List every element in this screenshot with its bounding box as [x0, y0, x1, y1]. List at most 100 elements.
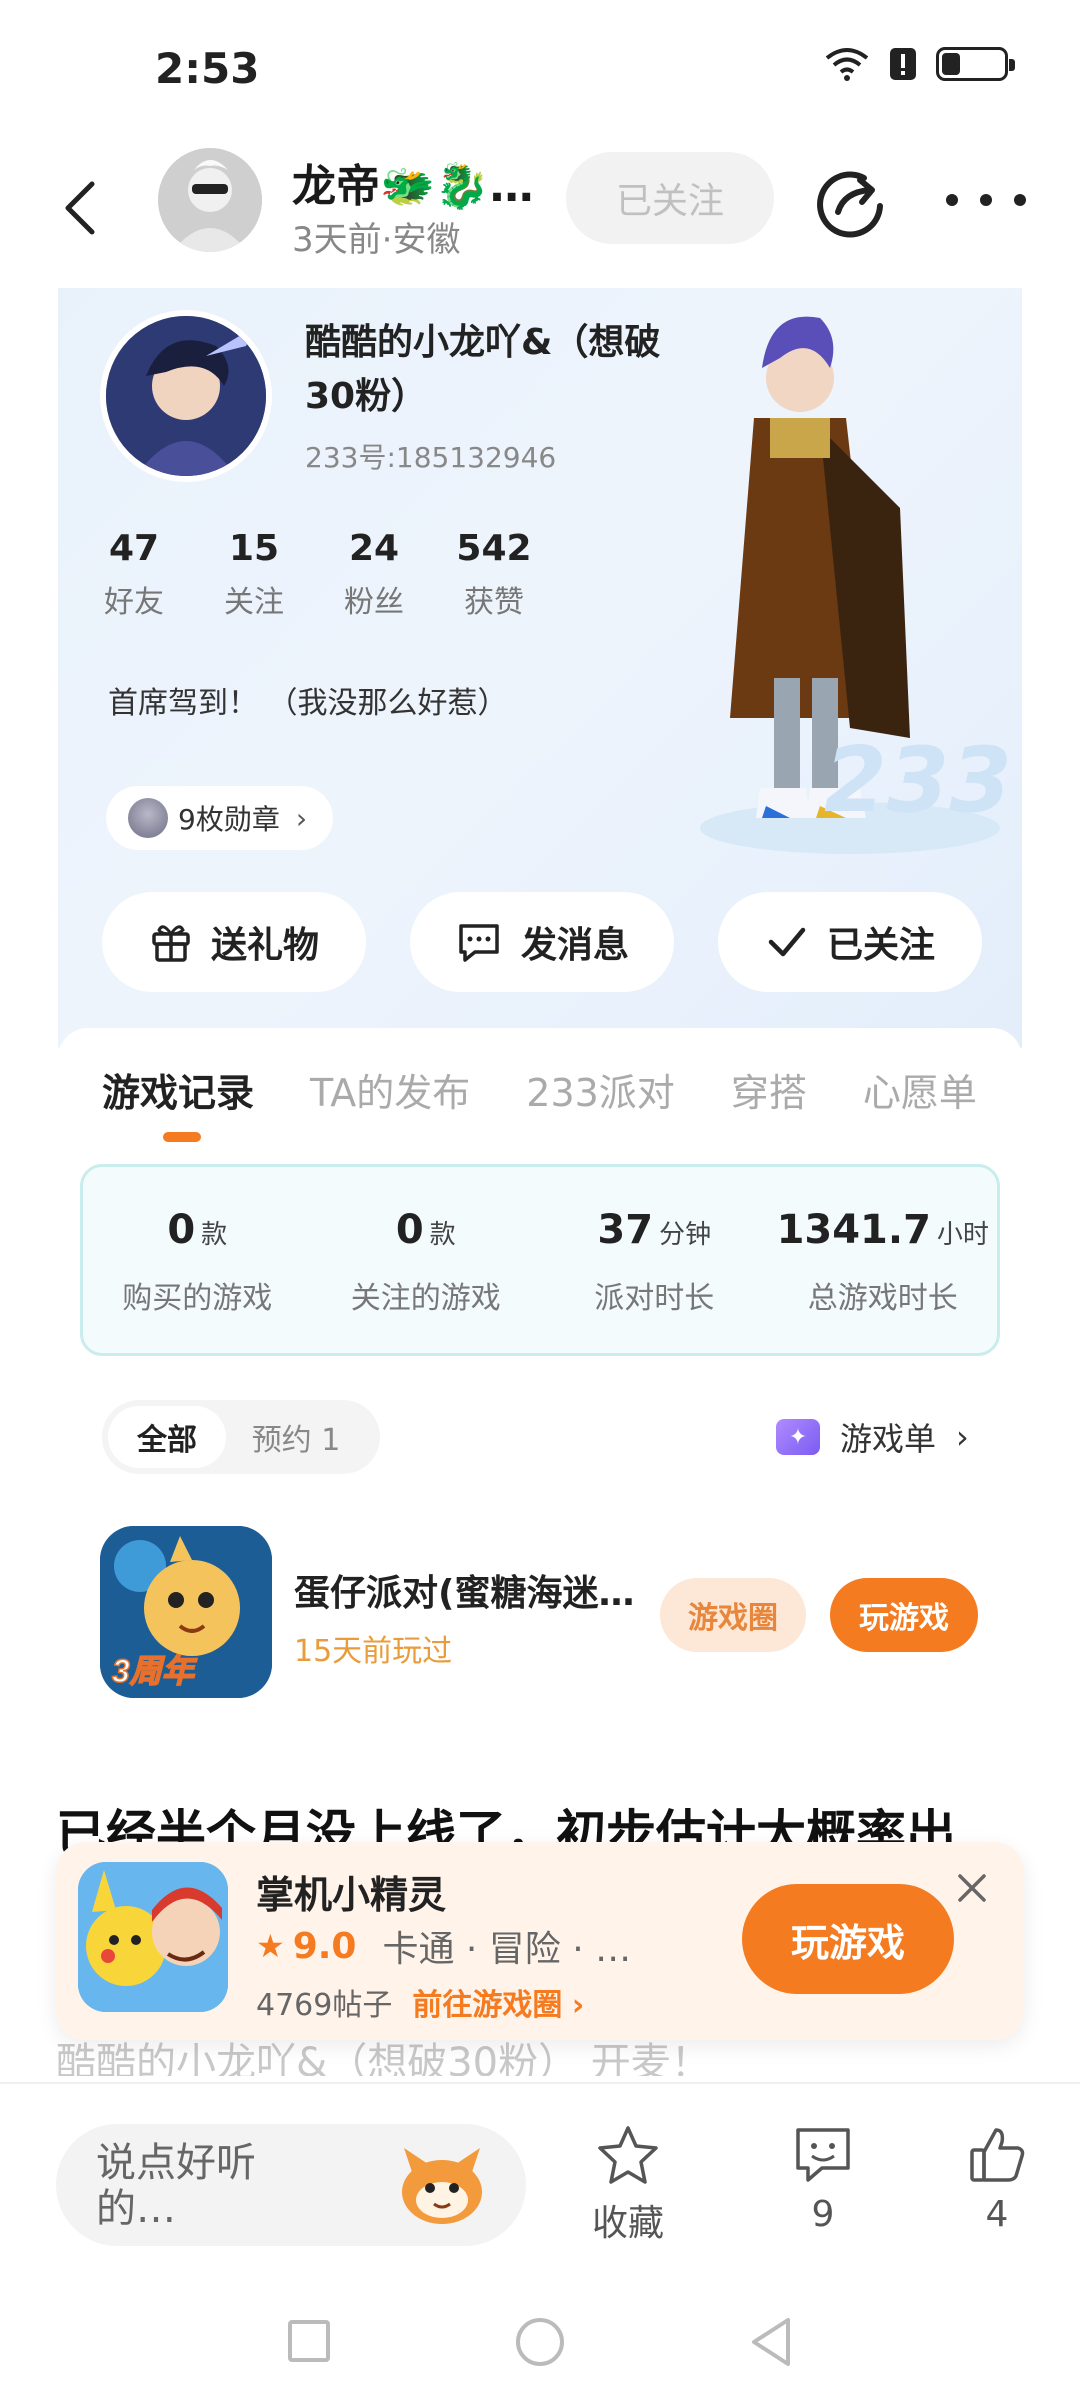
profile-stats: 47 好友 15 关注 24 粉丝 542 获赞: [58, 528, 554, 621]
stat-label: 关注的游戏: [350, 1281, 501, 1316]
back-arrow-icon: [65, 181, 95, 235]
star-icon: ★: [256, 1927, 285, 1965]
send-message-button[interactable]: 发消息: [410, 892, 674, 992]
chevron-right-icon: ›: [956, 1418, 969, 1456]
promo-game-icon: [78, 1862, 228, 2012]
game-title[interactable]: 蛋仔派对(蜜糖海迷…: [294, 1564, 654, 1616]
more-dot-icon: [1014, 194, 1026, 206]
stat-following[interactable]: 15 关注: [194, 528, 314, 621]
medals-label: 9枚勋章: [178, 803, 280, 836]
chevron-right-icon: ›: [571, 1988, 585, 2023]
thumbs-up-icon: [970, 2128, 1025, 2182]
status-bar: 2:53: [0, 0, 1080, 140]
tab-bar: 游戏记录 TA的发布 233派对 穿搭 心愿单: [102, 1062, 977, 1117]
stat-friends[interactable]: 47 好友: [74, 528, 194, 621]
promo-circle-link-label: 前往游戏圈: [412, 1988, 563, 2023]
send-gift-label: 送礼物: [210, 925, 319, 966]
back-button[interactable]: [50, 168, 110, 248]
header: 龙帝🐲🐉… 3天前·安徽 已关注: [0, 140, 1080, 280]
message-icon: [459, 924, 499, 962]
active-tab-indicator: [163, 1132, 201, 1142]
filter-all[interactable]: 全部: [108, 1406, 226, 1468]
game-list-link[interactable]: ✦ 游戏单 ›: [776, 1414, 969, 1460]
comment-icon: [796, 2128, 850, 2182]
profile-card: 酷酷的小龙吖&（想破30粉） 233号:185132946 47 好友 15 关…: [58, 288, 1022, 1048]
profile-id[interactable]: 233号:185132946: [305, 436, 556, 476]
system-nav-bar: [0, 2290, 1080, 2400]
filter-reserved[interactable]: 预约 1: [226, 1406, 366, 1468]
followed-button[interactable]: 已关注: [718, 892, 982, 992]
stage-badge: 233: [824, 728, 1012, 833]
comment-placeholder: 说点好听的…: [96, 2140, 256, 2232]
promo-meta: 4769帖子 前往游戏圈 ›: [256, 1980, 584, 2024]
home-button[interactable]: [516, 2318, 564, 2366]
game-circle-button[interactable]: 游戏圈: [660, 1578, 806, 1652]
stat-unit: 小时: [936, 1220, 989, 1250]
profile-actions: 送礼物 发消息 已关注: [102, 892, 982, 992]
comment-input[interactable]: 说点好听的…: [56, 2124, 526, 2246]
tab-posts[interactable]: TA的发布: [310, 1062, 470, 1117]
comments-count: 9: [811, 2194, 835, 2235]
status-icons: [824, 46, 1015, 82]
comments-button[interactable]: 9: [792, 2124, 854, 2235]
stat-label: 总游戏时长: [807, 1281, 958, 1316]
promo-circle-link[interactable]: 前往游戏圈 ›: [412, 1980, 584, 2024]
stat-total-play-time[interactable]: 1341.7 小时 总游戏时长: [769, 1167, 998, 1353]
promo-play-button[interactable]: 玩游戏: [742, 1884, 954, 1994]
tab-party[interactable]: 233派对: [526, 1062, 675, 1117]
favorite-button[interactable]: 收藏: [592, 2124, 664, 2246]
stat-likes[interactable]: 542 获赞: [434, 528, 554, 621]
send-gift-button[interactable]: 送礼物: [102, 892, 366, 992]
play-game-button[interactable]: 玩游戏: [830, 1578, 978, 1652]
followed-label: 已关注: [826, 925, 935, 966]
header-follow-button[interactable]: 已关注: [566, 152, 774, 244]
share-icon: [817, 171, 883, 238]
stat-label: 购买的游戏: [122, 1281, 273, 1316]
header-avatar[interactable]: [158, 148, 262, 252]
status-time: 2:53: [155, 44, 260, 93]
medal-icon: [128, 798, 168, 838]
profile-name: 酷酷的小龙吖&（想破30粉）: [305, 322, 661, 417]
stat-purchased-games[interactable]: 0款 购买的游戏: [83, 1167, 312, 1353]
stat-party-time[interactable]: 37 分钟 派对时长: [540, 1167, 769, 1353]
promo-close-button[interactable]: [952, 1868, 992, 1908]
game-stats-panel: 0款 购买的游戏 0款 关注的游戏 37 分钟 派对时长 1341.7 小时 总游戏…: [80, 1164, 1000, 1356]
recent-apps-button[interactable]: [288, 2320, 330, 2362]
stat-label: 关注: [224, 585, 284, 620]
share-button[interactable]: [812, 164, 888, 240]
favorite-label: 收藏: [592, 2203, 665, 2244]
system-back-button[interactable]: [746, 2314, 794, 2370]
stat-value: 24: [348, 528, 400, 569]
more-dot-icon: [980, 194, 992, 206]
medals-chip[interactable]: 9枚勋章 ›: [106, 786, 334, 850]
tabs-area: 游戏记录 TA的发布 233派对 穿搭 心愿单: [58, 1028, 1022, 1148]
tab-outfits[interactable]: 穿搭: [731, 1062, 807, 1117]
stat-label: 好友: [104, 585, 164, 620]
more-dot-icon: [946, 194, 958, 206]
stat-followed-games[interactable]: 0款 关注的游戏: [312, 1167, 541, 1353]
game-icon[interactable]: 3周年: [100, 1526, 272, 1698]
sparkle-icon: ✦: [776, 1419, 820, 1455]
stat-label: 获赞: [464, 585, 524, 620]
stat-value: 542: [456, 528, 532, 569]
send-message-label: 发消息: [520, 925, 629, 966]
tab-wishlist[interactable]: 心愿单: [863, 1062, 977, 1117]
profile-avatar[interactable]: [100, 310, 272, 482]
stat-label: 粉丝: [344, 585, 404, 620]
battery-icon: [936, 47, 1015, 81]
like-button[interactable]: 4: [966, 2124, 1028, 2235]
stat-unit: 款: [429, 1220, 456, 1250]
promo-card[interactable]: 掌机小精灵 ★ 9.0 卡通 · 冒险 · 休… 4769帖子 前往游戏圈 › …: [56, 1842, 1024, 2040]
stat-label: 派对时长: [594, 1281, 715, 1316]
stat-fans[interactable]: 24 粉丝: [314, 528, 434, 621]
tab-game-records[interactable]: 游戏记录: [102, 1062, 254, 1117]
more-button[interactable]: [946, 180, 1026, 220]
header-username: 龙帝🐲🐉…: [292, 161, 534, 212]
game-icon-badge: 3周年: [112, 1653, 198, 1689]
bottom-action-bar: 说点好听的… 收藏 9 4: [0, 2082, 1080, 2246]
promo-score: 9.0: [292, 1925, 357, 1967]
mascot-emoji-icon[interactable]: [394, 2142, 490, 2228]
promo-post-count: 4769帖子: [256, 1988, 393, 2023]
stat-value: 15: [228, 528, 280, 569]
stat-value: 47: [108, 528, 160, 569]
